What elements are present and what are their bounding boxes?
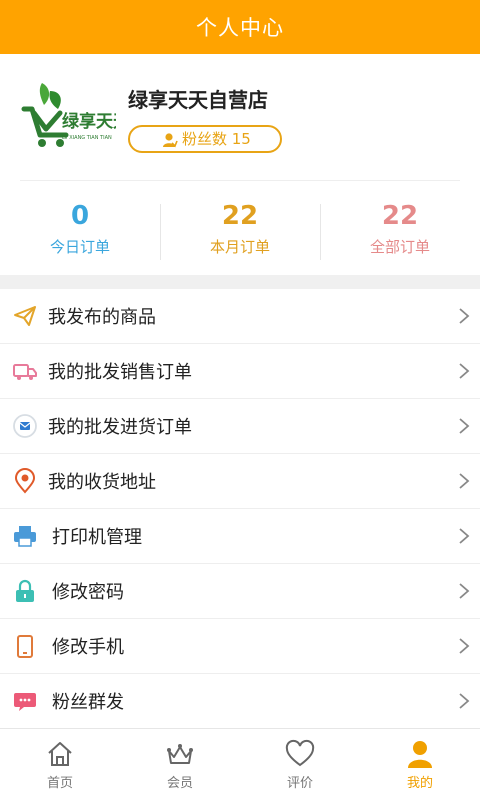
stat-value: 22 [221, 200, 259, 231]
menu-item-wholesale-sales-orders[interactable]: 我的批发销售订单 [0, 344, 480, 399]
menu-item-change-phone[interactable]: 修改手机 [0, 619, 480, 674]
menu-item-label: 我的批发销售订单 [48, 362, 192, 383]
settings-menu: 我发布的商品 我的批发销售订单 我的批发进货订单 我的收货地址 打印机管理 修改… [0, 289, 480, 729]
nav-item-home[interactable]: 首页 [0, 729, 120, 800]
printer-icon [12, 523, 38, 549]
fans-count-label: 粉丝数 15 [182, 130, 251, 148]
chat-bubble-icon [12, 688, 38, 714]
stat-today-orders[interactable]: 0 今日订单 [0, 200, 160, 257]
nav-label: 会员 [166, 775, 193, 791]
bottom-nav: 首页 会员 评价 我的 [0, 728, 480, 800]
heart-icon [285, 739, 315, 766]
menu-item-label: 打印机管理 [52, 527, 142, 548]
section-gap [0, 275, 480, 289]
stat-label: 本月订单 [209, 237, 270, 256]
profile-section: 绿享天天 LV XIANG TIAN TIAN 绿享天天自营店 粉丝数 15 [0, 54, 480, 180]
stat-all-orders[interactable]: 22 全部订单 [320, 200, 480, 260]
page-title: 个人中心 [196, 16, 284, 40]
menu-item-my-products[interactable]: 我发布的商品 [0, 289, 480, 344]
mail-icon [12, 413, 38, 439]
chevron-right-icon [459, 418, 470, 434]
fans-count-badge[interactable]: 粉丝数 15 [128, 124, 282, 153]
menu-item-shipping-address[interactable]: 我的收货地址 [0, 454, 480, 509]
chevron-right-icon [459, 473, 470, 489]
nav-label: 评价 [286, 775, 313, 791]
paper-plane-icon [12, 303, 38, 329]
menu-item-label: 我的批发进货订单 [48, 417, 192, 438]
top-bar: 个人中心 [0, 0, 480, 54]
chevron-right-icon [459, 308, 470, 324]
truck-icon [12, 358, 38, 384]
nav-item-mine[interactable]: 我的 [360, 729, 480, 800]
stat-value: 0 [70, 200, 90, 231]
location-pin-icon [12, 468, 38, 494]
chevron-right-icon [459, 583, 470, 599]
nav-item-reviews[interactable]: 评价 [240, 729, 360, 800]
user-icon [408, 740, 432, 768]
nav-item-member[interactable]: 会员 [120, 729, 240, 800]
menu-item-label: 修改密码 [52, 582, 124, 603]
logo-subtext: LV XIANG TIAN TIAN [62, 135, 112, 141]
menu-item-wholesale-purchase-orders[interactable]: 我的批发进货订单 [0, 399, 480, 454]
menu-item-label: 我的收货地址 [48, 472, 156, 493]
shop-name: 绿享天天自营店 [128, 87, 268, 112]
order-stats: 0 今日订单 22 本月订单 22 全部订单 [0, 181, 480, 275]
stat-label: 全部订单 [369, 237, 430, 256]
crown-icon [167, 743, 193, 764]
stat-month-orders[interactable]: 22 本月订单 [160, 200, 320, 260]
home-icon [48, 741, 72, 766]
menu-item-fans-broadcast[interactable]: 粉丝群发 [0, 674, 480, 729]
menu-item-label: 我发布的商品 [48, 307, 156, 328]
menu-item-label: 粉丝群发 [52, 692, 124, 713]
logo-text: 绿享天天 [62, 111, 116, 132]
menu-item-change-password[interactable]: 修改密码 [0, 564, 480, 619]
stat-value: 22 [381, 200, 419, 231]
nav-label: 首页 [46, 775, 73, 791]
menu-item-printer-management[interactable]: 打印机管理 [0, 509, 480, 564]
chevron-right-icon [459, 693, 470, 709]
chevron-right-icon [459, 638, 470, 654]
chevron-right-icon [459, 363, 470, 379]
nav-label: 我的 [406, 775, 433, 791]
user-icon [163, 132, 178, 147]
menu-item-label: 修改手机 [52, 637, 124, 658]
shop-logo: 绿享天天 LV XIANG TIAN TIAN [20, 79, 131, 155]
chevron-right-icon [459, 528, 470, 544]
phone-icon [12, 633, 38, 659]
stat-label: 今日订单 [49, 237, 110, 256]
lock-icon [12, 578, 38, 604]
